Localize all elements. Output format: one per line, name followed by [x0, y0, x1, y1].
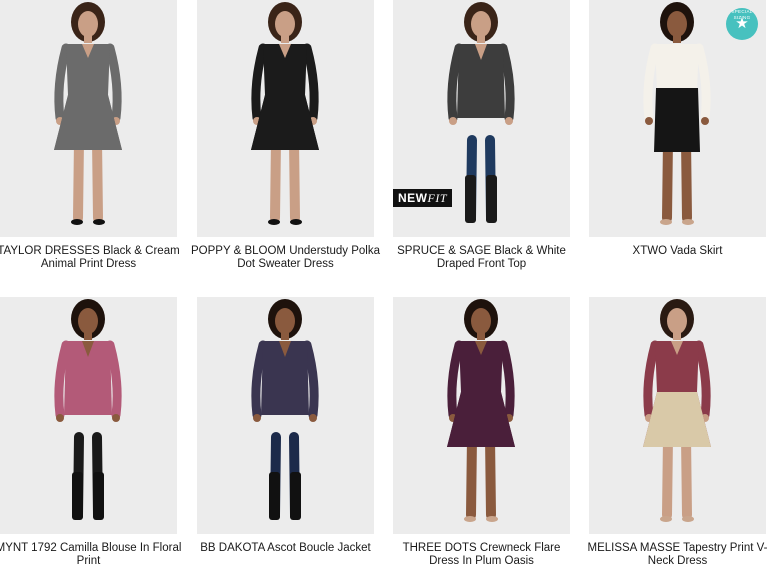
product-title[interactable]: POPPY & BLOOM Understudy Polka Dot Sweat…	[191, 245, 380, 270]
model-figure	[251, 299, 319, 520]
product-image[interactable]	[0, 297, 177, 534]
model-figure	[54, 299, 122, 520]
product-image[interactable]: SPECIAL SIZING ★	[589, 0, 766, 237]
product-image[interactable]: NEWFIT	[393, 0, 570, 237]
product-title[interactable]: MYNT 1792 Camilla Blouse In Floral Print	[0, 542, 183, 567]
product-image[interactable]	[589, 297, 766, 534]
product-title[interactable]: XTWO Vada Skirt	[583, 245, 767, 258]
product-image[interactable]	[393, 297, 570, 534]
product-title[interactable]: BB DAKOTA Ascot Boucle Jacket	[191, 542, 380, 555]
model-figure	[643, 299, 711, 522]
product-title[interactable]: SPRUCE & SAGE Black & White Draped Front…	[387, 245, 576, 270]
product-image[interactable]	[0, 0, 177, 237]
product-title[interactable]: MELISSA MASSE Tapestry Print V-Neck Dres…	[583, 542, 767, 567]
product-image[interactable]	[197, 297, 374, 534]
new-fit-badge: NEWFIT	[393, 189, 452, 207]
model-figure	[54, 2, 122, 225]
fit-label: FIT	[427, 191, 447, 205]
product-title[interactable]: THREE DOTS Crewneck Flare Dress In Plum …	[387, 542, 576, 567]
special-sizing-text: SPECIAL SIZING	[731, 9, 753, 20]
product-image[interactable]	[197, 0, 374, 237]
product-title[interactable]: TAYLOR DRESSES Black & Cream Animal Prin…	[0, 245, 183, 270]
special-sizing-badge: SPECIAL SIZING ★	[726, 8, 758, 40]
new-fit-label: NEW	[398, 191, 428, 205]
model-figure	[447, 299, 515, 522]
model-figure	[251, 2, 319, 225]
